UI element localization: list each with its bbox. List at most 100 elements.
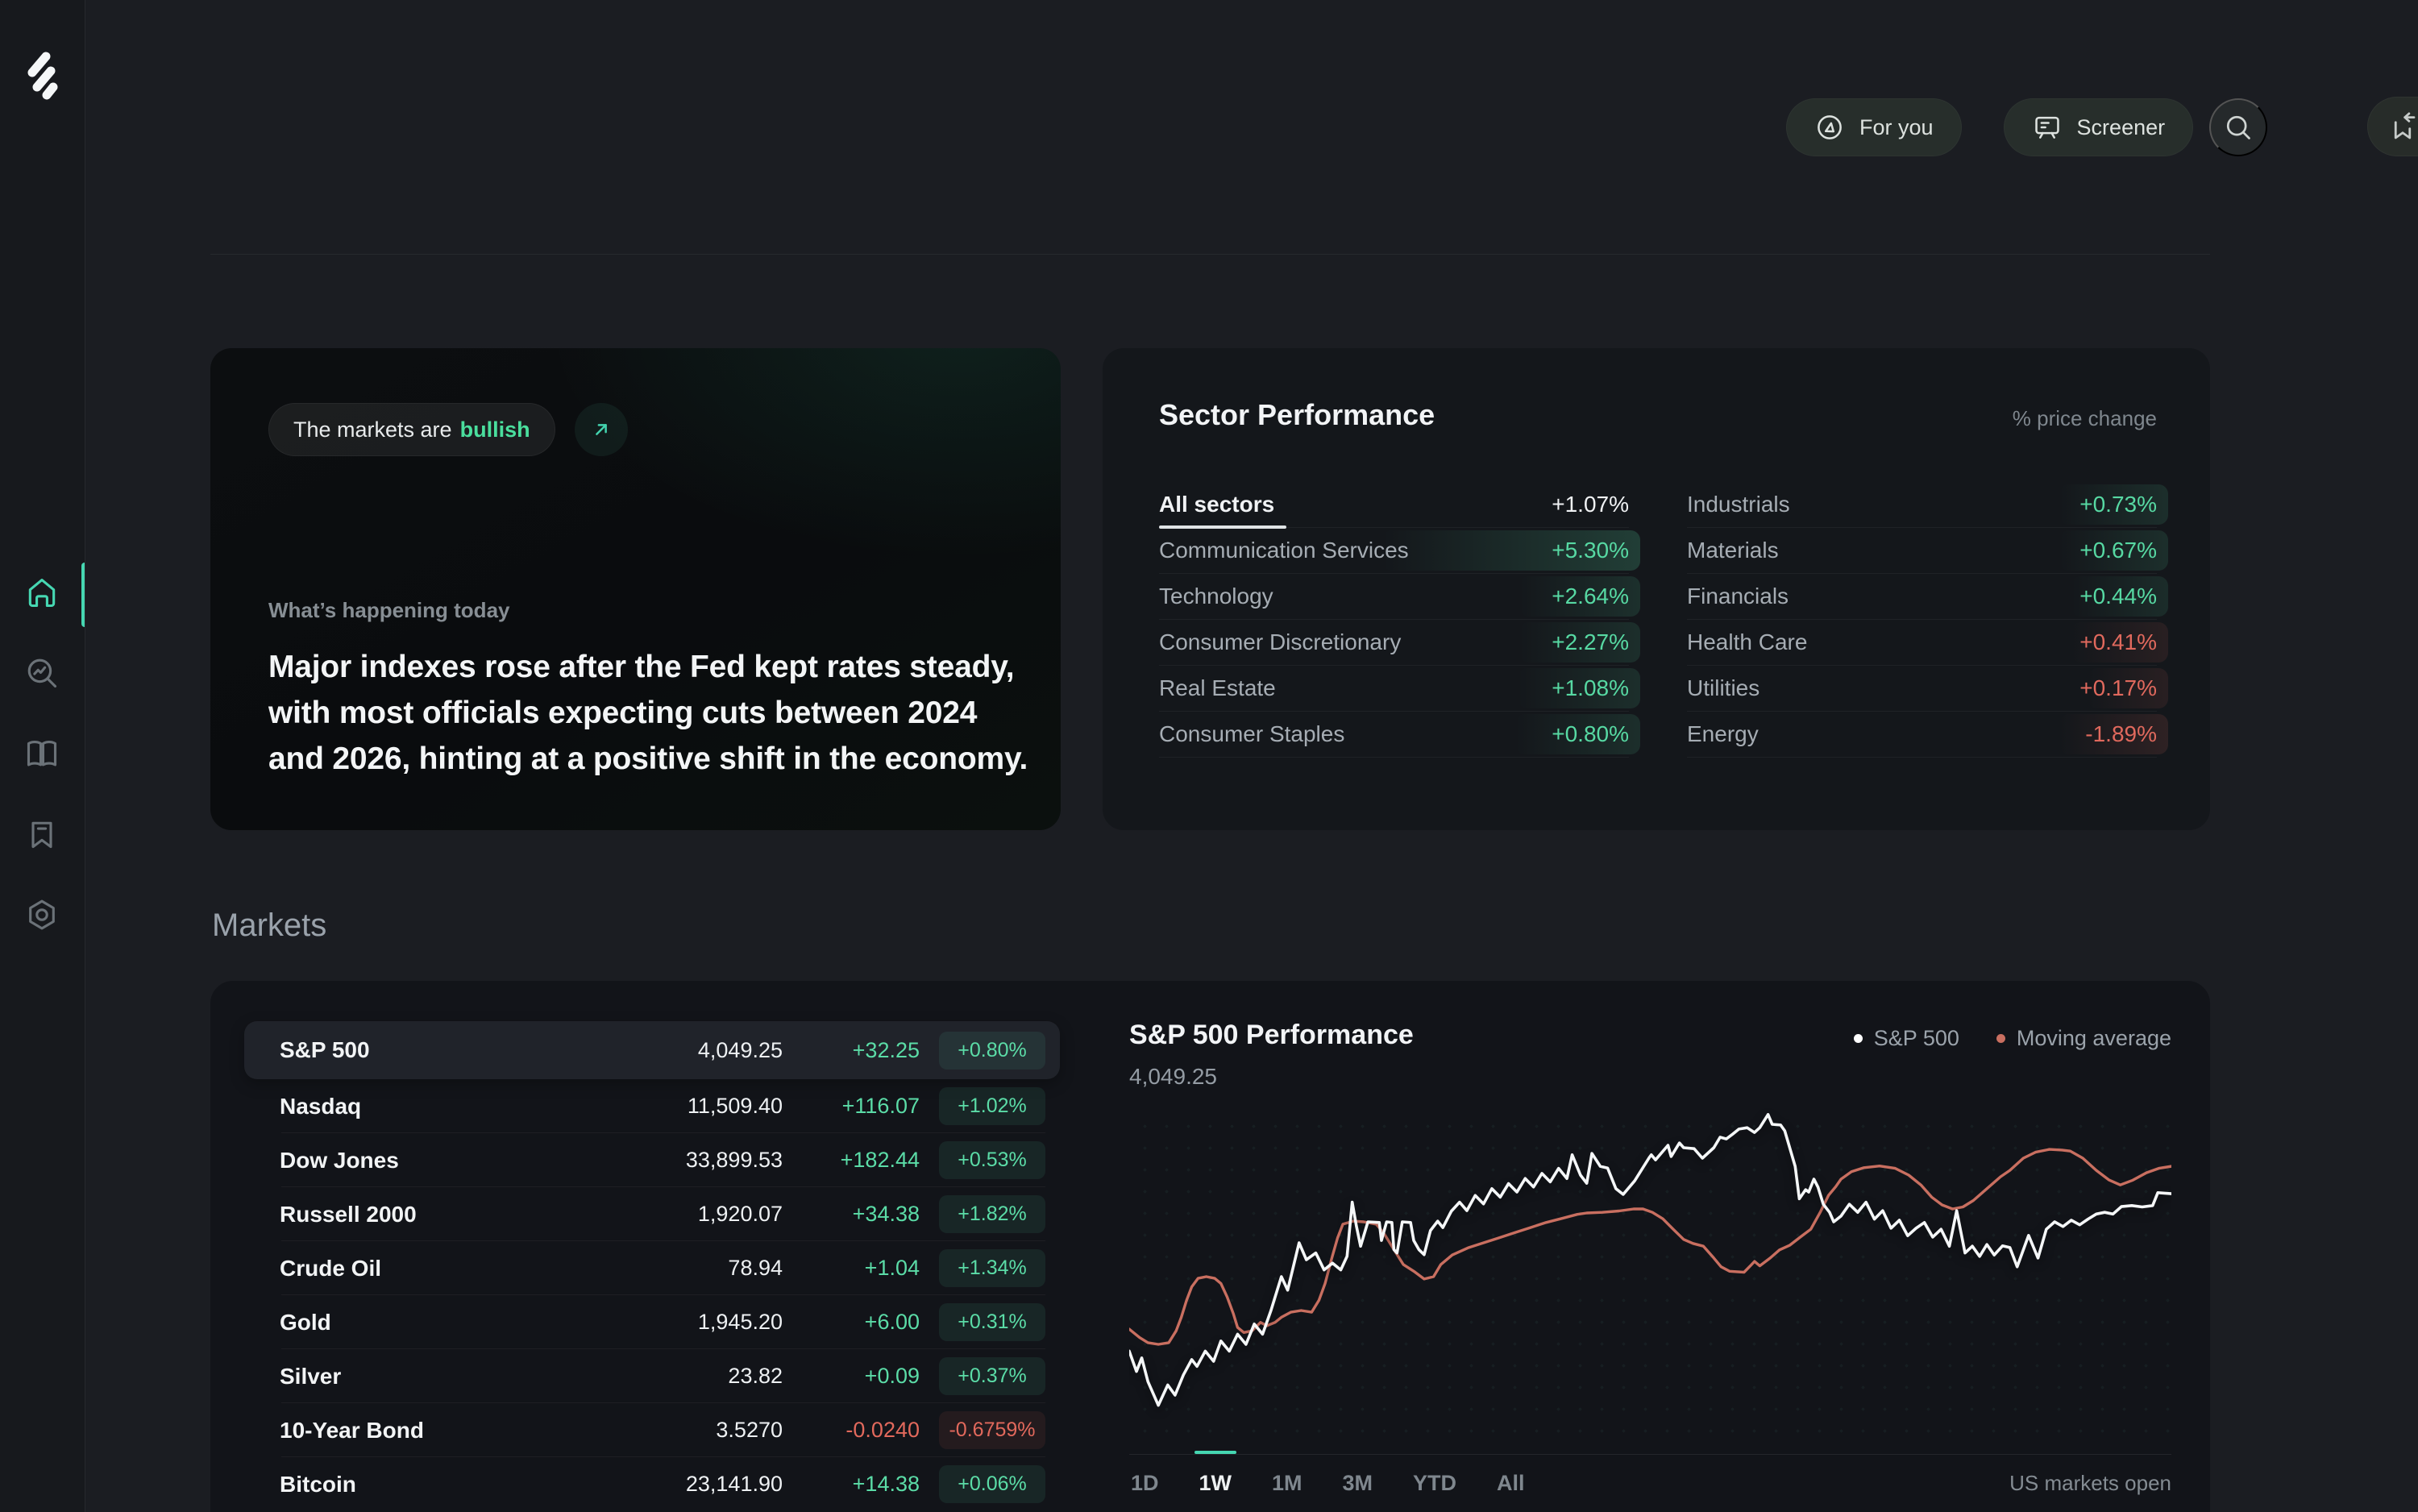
chart-title: S&P 500 Performance [1129, 1020, 1414, 1050]
bookmark-import-icon [2394, 112, 2416, 139]
screener-label: Screener [2076, 114, 2166, 139]
sector-row[interactable]: Communication Services +5.30% [1159, 528, 1640, 574]
range-tab-1d[interactable]: 1D [1129, 1468, 1161, 1499]
sidebar-item-home[interactable] [23, 574, 60, 611]
market-name: Russell 2000 [280, 1201, 417, 1227]
sector-row[interactable]: Health Care +0.41% [1687, 620, 2168, 666]
market-name: Nasdaq [280, 1093, 362, 1119]
sector-grid: All sectors +1.07% Communication Services +… [1159, 482, 2168, 758]
sector-name: Technology [1159, 584, 1273, 609]
market-pct-badge: +0.53% [939, 1141, 1045, 1179]
range-tab-ytd[interactable]: YTD [1411, 1468, 1458, 1499]
sector-change: +0.73% [2079, 492, 2157, 517]
sector-row[interactable]: Consumer Discretionary +2.27% [1159, 620, 1640, 666]
sector-change: +0.44% [2079, 584, 2157, 609]
sector-change: +0.80% [1552, 721, 1629, 746]
sidebar-item-hub[interactable] [23, 896, 60, 933]
sector-row[interactable]: Industrials +0.73% [1687, 482, 2168, 528]
for-you-button[interactable]: For you [1786, 98, 1962, 156]
search-icon [2227, 115, 2250, 139]
market-change: +34.38 [852, 1202, 920, 1226]
sector-name: Health Care [1687, 629, 1808, 654]
sidebar-item-watchlist[interactable] [23, 816, 60, 853]
market-value: 4,049.25 [697, 1037, 783, 1062]
sector-name: Utilities [1687, 675, 1760, 700]
market-value: 23,141.90 [685, 1472, 783, 1496]
sector-name: Real Estate [1159, 675, 1276, 700]
market-row-bitcoin[interactable]: Bitcoin 23,141.90 +14.38 +0.06% [244, 1457, 1060, 1511]
range-tab-all[interactable]: All [1495, 1468, 1527, 1499]
market-row-nasdaq[interactable]: Nasdaq 11,509.40 +116.07 +1.02% [244, 1079, 1060, 1133]
sentiment-detail-button[interactable] [574, 403, 628, 456]
market-row-russell-2000[interactable]: Russell 2000 1,920.07 +34.38 +1.82% [244, 1187, 1060, 1241]
hexagon-target-icon [29, 899, 55, 930]
sector-row[interactable]: Utilities +0.17% [1687, 666, 2168, 712]
market-change: +32.25 [852, 1037, 920, 1062]
markets-card: S&P 500 4,049.25 +32.25 +0.80% Nasdaq 11,509.… [210, 981, 2210, 1512]
market-value: 1,920.07 [697, 1202, 783, 1226]
sector-change: +1.08% [1552, 675, 1629, 700]
hero-card: The markets are bullish What’s happening… [210, 348, 1061, 830]
range-tab-1m[interactable]: 1M [1270, 1468, 1304, 1499]
markets-table: S&P 500 4,049.25 +32.25 +0.80% Nasdaq 11,509.… [244, 1020, 1060, 1512]
home-icon [28, 579, 56, 608]
market-name: Dow Jones [280, 1147, 399, 1173]
for-you-label: For you [1859, 114, 1934, 139]
sector-change: +5.30% [1552, 538, 1629, 563]
sector-change: +0.41% [2079, 629, 2157, 654]
sector-row[interactable]: Technology +2.64% [1159, 574, 1640, 620]
sector-row[interactable]: Consumer Staples +0.80% [1159, 712, 1640, 758]
market-row-10-year-bond[interactable]: 10-Year Bond 3.5270 -0.0240 -0.6759% [244, 1403, 1060, 1457]
sector-name: Materials [1687, 538, 1779, 563]
sector-performance-card: Sector Performance % price change All se… [1103, 348, 2210, 830]
market-name: Silver [280, 1363, 342, 1389]
market-row-silver[interactable]: Silver 23.82 +0.09 +0.37% [244, 1349, 1060, 1403]
sentiment-prefix: The markets are [293, 417, 452, 442]
book-icon [27, 741, 57, 766]
sector-row[interactable]: Materials +0.67% [1687, 528, 2168, 574]
market-row-s-p-500[interactable]: S&P 500 4,049.25 +32.25 +0.80% [244, 1021, 1060, 1079]
sidebar-item-library[interactable] [23, 735, 60, 772]
legend-label: S&P 500 [1873, 1026, 1959, 1050]
market-pct-badge: +1.82% [939, 1195, 1045, 1233]
market-row-gold[interactable]: Gold 1,945.20 +6.00 +0.31% [244, 1295, 1060, 1349]
arrow-up-right-icon [595, 424, 607, 435]
content: The markets are bullish What’s happening… [210, 254, 2210, 1512]
market-pct-badge: +0.80% [939, 1031, 1045, 1070]
sector-name: Consumer Discretionary [1159, 629, 1402, 654]
screener-button[interactable]: Screener [2003, 98, 2194, 156]
chart-range-tabs: 1D 1W 1M 3M YTD All US markets open [1129, 1454, 2171, 1499]
markets-heading: Markets [212, 908, 327, 943]
sector-row[interactable]: Energy -1.89% [1687, 712, 2168, 758]
range-tab-3m[interactable]: 3M [1341, 1468, 1375, 1499]
market-sentiment-pill[interactable]: The markets are bullish [268, 403, 555, 456]
sector-name: Industrials [1687, 492, 1790, 517]
series-moving-average [1129, 1149, 2171, 1344]
market-change: +182.44 [840, 1148, 920, 1172]
market-row-crude-oil[interactable]: Crude Oil 78.94 +1.04 +1.34% [244, 1241, 1060, 1295]
market-row-dow-jones[interactable]: Dow Jones 33,899.53 +182.44 +0.53% [244, 1133, 1060, 1187]
sector-change: +2.27% [1552, 629, 1629, 654]
sidebar-nav [0, 574, 84, 933]
sector-change: +1.07% [1552, 492, 1629, 517]
range-tab-1w[interactable]: 1W [1198, 1468, 1234, 1499]
sector-row[interactable]: All sectors +1.07% [1159, 482, 1629, 529]
app-root: For you Screener The markets are bullish… [0, 0, 2418, 1512]
search-button[interactable] [2209, 98, 2268, 156]
header-divider [210, 254, 2210, 255]
sidebar-item-explore[interactable] [23, 654, 60, 692]
sector-row[interactable]: Real Estate +1.08% [1159, 666, 1640, 712]
market-pct-badge: +0.06% [939, 1465, 1045, 1503]
bookmark-icon [31, 821, 52, 849]
sector-column-right: Industrials +0.73% Materials +0.67% Financia… [1687, 482, 2168, 758]
sector-change: -1.89% [2085, 721, 2157, 746]
market-pct-badge: -0.6759% [939, 1411, 1045, 1449]
market-name: 10-Year Bond [280, 1417, 424, 1443]
sector-column-left: All sectors +1.07% Communication Services +… [1159, 482, 1640, 758]
sector-name: Energy [1687, 721, 1759, 746]
screener-board-icon [2034, 116, 2059, 139]
market-name: Gold [280, 1309, 331, 1335]
saved-items-button[interactable] [2367, 97, 2418, 156]
sector-row[interactable]: Financials +0.44% [1687, 574, 2168, 620]
market-pct-badge: +1.34% [939, 1249, 1045, 1287]
